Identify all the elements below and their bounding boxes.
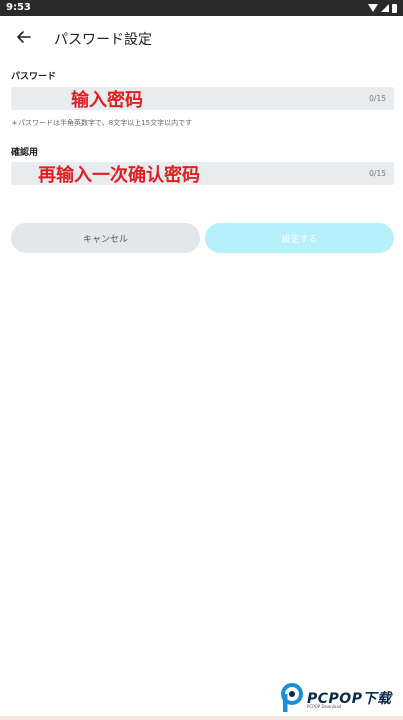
password-field[interactable]: 0/15 <box>11 87 394 110</box>
submit-button[interactable]: 設定する <box>205 223 394 253</box>
password-input[interactable] <box>11 87 351 110</box>
app-bar: パスワード設定 <box>0 16 403 60</box>
confirm-label: 確認用 <box>11 148 39 158</box>
arrow-left-icon[interactable] <box>14 27 34 47</box>
watermark: PCPOP下载 PCPOP Download <box>280 682 391 714</box>
confirm-counter: 0/15 <box>369 169 386 178</box>
cancel-button[interactable]: キャンセル <box>11 223 200 253</box>
signal-icon <box>381 4 389 12</box>
confirm-annotation: 再输入一次确认密码 <box>38 165 200 186</box>
page-title: パスワード設定 <box>54 32 152 48</box>
status-bar: 9:53 <box>0 0 403 16</box>
battery-icon <box>392 3 397 13</box>
bottom-edge <box>0 716 403 720</box>
password-counter: 0/15 <box>369 94 386 103</box>
status-time: 9:53 <box>6 2 31 13</box>
wifi-icon <box>368 4 378 12</box>
password-hint: ＊パスワードは半角英数字で、8文字以上15文字以内です <box>11 119 193 127</box>
password-annotation: 输入密码 <box>71 90 143 111</box>
status-icons <box>368 3 397 13</box>
password-label: パスワード <box>11 72 57 82</box>
pcpop-logo-icon <box>280 683 304 713</box>
watermark-sub: PCPOP Download <box>307 704 342 709</box>
